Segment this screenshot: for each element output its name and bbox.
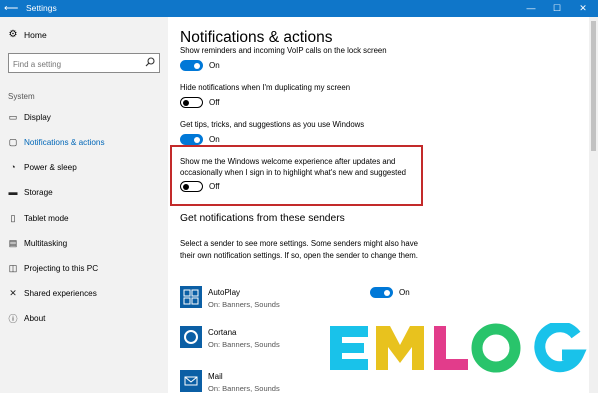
projecting-icon: ◫ — [8, 262, 18, 273]
power-icon: ◔ — [10, 162, 16, 172]
mail-icon — [180, 370, 202, 392]
sidebar-item-label: Tablet mode — [24, 213, 69, 223]
toggle-hide-when-duplicating[interactable] — [180, 97, 203, 108]
sender-subtext: On: Banners, Sounds — [208, 300, 280, 309]
senders-heading: Get notifications from these senders — [180, 213, 345, 224]
setting-label-lock-screen-reminders: Show reminders and incoming VoIP calls o… — [180, 46, 387, 55]
watermark-letter-e — [330, 326, 368, 370]
senders-description: Select a sender to see more settings. So… — [180, 239, 418, 260]
sender-name: Mail — [208, 372, 223, 381]
toggle-autoplay[interactable] — [370, 287, 393, 298]
sidebar-item-projecting[interactable]: ◫ Projecting to this PC — [8, 261, 98, 275]
toggle-state-text: On — [209, 61, 220, 70]
sender-name: AutoPlay — [208, 288, 241, 297]
sidebar-item-display[interactable]: ▭ Display — [8, 110, 51, 124]
title-bar: ⟵ Settings — ☐ ✕ — [0, 0, 598, 17]
sidebar-home-label: Home — [24, 29, 47, 40]
search-box[interactable] — [8, 53, 160, 74]
close-button[interactable]: ✕ — [570, 0, 596, 17]
shared-icon: ✕ — [9, 287, 17, 298]
toggle-tips-tricks[interactable] — [180, 134, 203, 145]
toggle-knob — [194, 62, 200, 69]
scrollbar-thumb[interactable] — [591, 21, 596, 151]
toggle-knob — [194, 136, 200, 143]
setting-label-welcome-experience-line2: occasionally when I sign in to highlight… — [180, 168, 407, 177]
page-title: Notifications & actions — [180, 29, 333, 46]
toggle-knob — [183, 183, 189, 190]
autoplay-icon — [180, 286, 202, 308]
sidebar-item-shared-experiences[interactable]: ✕ Shared experiences — [8, 286, 97, 300]
window-title: Settings — [26, 3, 57, 13]
back-arrow-icon[interactable]: ⟵ — [4, 2, 18, 15]
notifications-icon: ▢ — [8, 136, 18, 147]
setting-label-hide-when-duplicating: Hide notifications when I'm duplicating … — [180, 83, 351, 92]
watermark-letter-m — [376, 326, 424, 370]
tablet-icon: ▯ — [10, 212, 16, 223]
toggle-state-text: On — [399, 288, 410, 297]
search-icon[interactable] — [145, 57, 155, 67]
sidebar-item-label: Notifications & actions — [24, 137, 105, 147]
info-icon: ⓘ — [8, 313, 18, 324]
sidebar-item-label: About — [24, 313, 46, 323]
sidebar-item-power-sleep[interactable]: ◔ Power & sleep — [8, 160, 77, 174]
toggle-state-text: Off — [209, 182, 220, 191]
toggle-state-text: On — [209, 135, 220, 144]
watermark-letter-l — [434, 326, 468, 370]
sidebar-item-multitasking[interactable]: ▤ Multitasking — [8, 236, 68, 250]
watermark-letter-g — [534, 321, 587, 373]
sidebar-item-label: Projecting to this PC — [24, 263, 99, 273]
sidebar-item-storage[interactable]: ▬ Storage — [8, 185, 53, 199]
sidebar-item-label: Power & sleep — [24, 162, 77, 172]
minimize-button[interactable]: — — [518, 0, 544, 17]
toggle-state-text: Off — [209, 98, 220, 107]
sidebar-home[interactable]: ⚙ Home — [8, 29, 47, 40]
sender-subtext: On: Banners, Sounds — [208, 384, 280, 393]
sidebar-section-label: System — [8, 92, 35, 101]
gear-icon: ⚙ — [8, 29, 18, 40]
search-input[interactable] — [9, 55, 139, 74]
sidebar: ⚙ Home System ▭ Display ▢ Notifications … — [0, 17, 168, 393]
sidebar-item-label: Shared experiences — [24, 288, 97, 298]
toggle-knob — [183, 99, 189, 106]
setting-label-welcome-experience-line1: Show me the Windows welcome experience a… — [180, 157, 396, 166]
multitasking-icon: ▤ — [8, 237, 18, 248]
maximize-button[interactable]: ☐ — [544, 0, 570, 17]
emlog-watermark-logo — [330, 321, 590, 373]
scrollbar[interactable] — [589, 17, 598, 393]
toggle-knob — [384, 289, 390, 296]
sidebar-item-notifications[interactable]: ▢ Notifications & actions — [8, 135, 105, 149]
sidebar-item-about[interactable]: ⓘ About — [8, 311, 45, 325]
sender-subtext: On: Banners, Sounds — [208, 340, 280, 349]
toggle-lock-screen-reminders[interactable] — [180, 60, 203, 71]
toggle-welcome-experience[interactable] — [180, 181, 203, 192]
watermark-letters — [330, 321, 587, 373]
sidebar-item-tablet-mode[interactable]: ▯ Tablet mode — [8, 211, 69, 225]
cortana-icon — [180, 326, 202, 348]
display-icon: ▭ — [8, 111, 18, 122]
setting-label-tips-tricks: Get tips, tricks, and suggestions as you… — [180, 120, 365, 129]
sidebar-item-label: Display — [24, 112, 51, 122]
sender-name: Cortana — [208, 328, 237, 337]
watermark-letter-o — [471, 323, 521, 373]
storage-icon: ▬ — [8, 187, 18, 197]
sidebar-item-label: Storage — [24, 187, 53, 197]
sidebar-item-label: Multitasking — [24, 238, 68, 248]
